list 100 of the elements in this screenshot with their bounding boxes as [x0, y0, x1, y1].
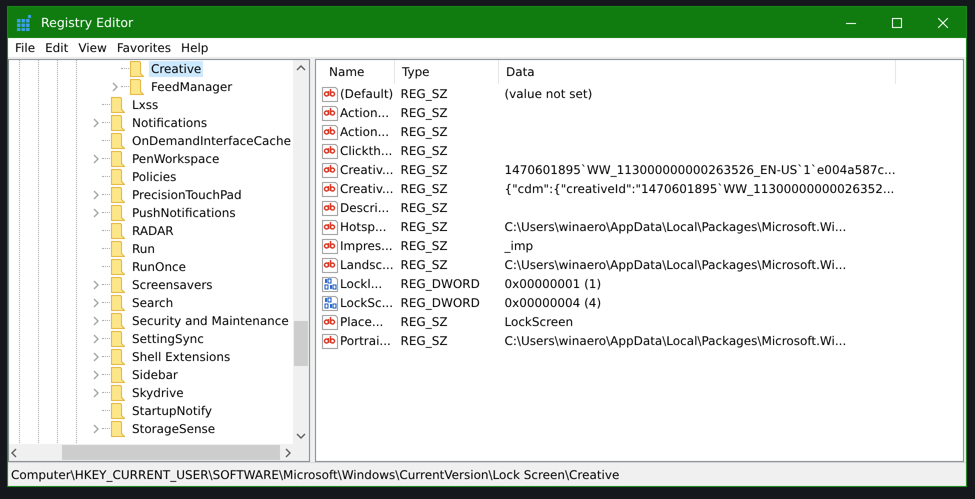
- value-name[interactable]: Descri...: [340, 200, 390, 214]
- value-data: LockScreen: [504, 314, 574, 328]
- value-data: {"cdm":{"creativeId":"1470601895`WW_11300000000026352...: [504, 182, 894, 196]
- folder-icon: [111, 331, 125, 347]
- column-header[interactable]: Data: [498, 60, 896, 84]
- tree-item[interactable]: Run: [130, 241, 158, 257]
- value-type: REG_SZ: [400, 238, 448, 252]
- tree-item[interactable]: Skydrive: [130, 385, 186, 401]
- tree-item[interactable]: Security and Maintenance: [130, 313, 291, 329]
- expand-chevron-icon[interactable]: [110, 82, 120, 92]
- tree-item[interactable]: Policies: [130, 169, 178, 185]
- string-value-icon: [322, 142, 338, 158]
- tree-item[interactable]: Shell Extensions: [130, 349, 232, 365]
- value-type: REG_SZ: [400, 220, 448, 234]
- scroll-up-icon[interactable]: [296, 63, 306, 73]
- folder-icon: [111, 295, 125, 311]
- expand-chevron-icon[interactable]: [91, 352, 101, 362]
- value-data: (value not set): [504, 86, 592, 100]
- tree-item[interactable]: PushNotifications: [130, 205, 238, 221]
- folder-icon: [111, 187, 125, 203]
- expand-chevron-icon[interactable]: [91, 298, 101, 308]
- string-value-icon: [322, 124, 338, 140]
- column-header[interactable]: Type: [394, 60, 498, 84]
- tree-item[interactable]: RunOnce: [130, 259, 188, 275]
- value-type: REG_SZ: [400, 86, 448, 100]
- string-value-icon: [322, 200, 338, 216]
- folder-icon: [111, 367, 125, 383]
- scroll-left-icon[interactable]: [9, 448, 19, 458]
- value-data: 1470601895`WW_113000000000263526_EN-US`1`e004a587c...: [504, 162, 896, 176]
- string-value-icon: [322, 104, 338, 120]
- value-data: 0x00000001 (1): [504, 276, 602, 290]
- value-type: REG_SZ: [400, 144, 448, 158]
- menu-item[interactable]: Favorites: [112, 40, 176, 54]
- folder-icon: [111, 205, 125, 221]
- folder-icon: [111, 151, 125, 167]
- menu-item[interactable]: File: [10, 40, 40, 54]
- tree-item[interactable]: PenWorkspace: [130, 151, 222, 167]
- tree-item[interactable]: StorageSense: [130, 421, 218, 437]
- folder-icon: [111, 133, 125, 149]
- value-name[interactable]: Place...: [340, 314, 384, 328]
- value-type: REG_SZ: [400, 258, 448, 272]
- tree-item[interactable]: Sidebar: [130, 367, 180, 383]
- value-name[interactable]: Lockl...: [340, 276, 382, 290]
- value-name[interactable]: Impres...: [340, 238, 393, 252]
- menu-item[interactable]: Edit: [40, 40, 74, 54]
- menu-item[interactable]: View: [73, 40, 112, 54]
- value-name[interactable]: Action...: [340, 106, 390, 120]
- value-type: REG_SZ: [400, 314, 448, 328]
- value-name[interactable]: Clickth...: [340, 144, 392, 158]
- tree-item[interactable]: Lxss: [130, 97, 160, 113]
- scrollbar-thumb[interactable]: [62, 445, 280, 460]
- expand-chevron-icon[interactable]: [91, 208, 101, 218]
- value-type: REG_SZ: [400, 182, 448, 196]
- maximize-icon[interactable]: [892, 18, 902, 28]
- tree-item[interactable]: SettingSync: [130, 331, 206, 347]
- folder-icon: [111, 115, 125, 131]
- value-name[interactable]: Creativ...: [340, 162, 394, 176]
- value-name[interactable]: (Default): [340, 86, 394, 100]
- scroll-down-icon[interactable]: [296, 431, 306, 441]
- value-name[interactable]: Portrai...: [340, 334, 391, 348]
- tree-item[interactable]: OnDemandInterfaceCache: [130, 133, 293, 149]
- expand-chevron-icon[interactable]: [91, 370, 101, 380]
- folder-icon: [111, 169, 125, 185]
- expand-chevron-icon[interactable]: [91, 388, 101, 398]
- expand-chevron-icon[interactable]: [91, 424, 101, 434]
- value-name[interactable]: Creativ...: [340, 182, 394, 196]
- string-value-icon: [322, 218, 338, 234]
- menu-item[interactable]: Help: [176, 40, 214, 54]
- tree-item[interactable]: Creative: [149, 61, 204, 77]
- value-name[interactable]: LockSc...: [340, 296, 394, 310]
- tree-item[interactable]: PrecisionTouchPad: [130, 187, 244, 203]
- value-name[interactable]: Landsc...: [340, 258, 394, 272]
- close-icon[interactable]: [938, 18, 948, 28]
- scroll-right-icon[interactable]: [283, 448, 293, 458]
- expand-chevron-icon[interactable]: [91, 334, 101, 344]
- folder-icon: [130, 61, 144, 77]
- tree-item[interactable]: Notifications: [130, 115, 210, 131]
- expand-chevron-icon[interactable]: [91, 154, 101, 164]
- expand-chevron-icon[interactable]: [91, 190, 101, 200]
- column-header[interactable]: Name: [322, 60, 394, 84]
- tree-item[interactable]: Search: [130, 295, 176, 311]
- tree-item[interactable]: FeedManager: [149, 79, 234, 95]
- value-data: C:\Users\winaero\AppData\Local\Packages\Microsoft.Wi...: [504, 258, 846, 272]
- expand-chevron-icon[interactable]: [91, 280, 101, 290]
- binary-value-icon: [322, 294, 338, 310]
- tree-item[interactable]: StartupNotify: [130, 403, 214, 419]
- string-value-icon: [322, 332, 338, 348]
- expand-chevron-icon[interactable]: [91, 118, 101, 128]
- value-data: C:\Users\winaero\AppData\Local\Packages\Microsoft.Wi...: [504, 334, 846, 348]
- scrollbar-thumb[interactable]: [294, 321, 308, 366]
- value-name[interactable]: Action...: [340, 124, 390, 138]
- expand-chevron-icon[interactable]: [91, 316, 101, 326]
- string-value-icon: [322, 180, 338, 196]
- tree-item[interactable]: RADAR: [130, 223, 176, 239]
- value-type: REG_SZ: [400, 162, 448, 176]
- folder-icon: [111, 277, 125, 293]
- folder-icon: [111, 421, 125, 437]
- value-name[interactable]: Hotsp...: [340, 220, 386, 234]
- tree-item[interactable]: Screensavers: [130, 277, 215, 293]
- folder-icon: [111, 313, 125, 329]
